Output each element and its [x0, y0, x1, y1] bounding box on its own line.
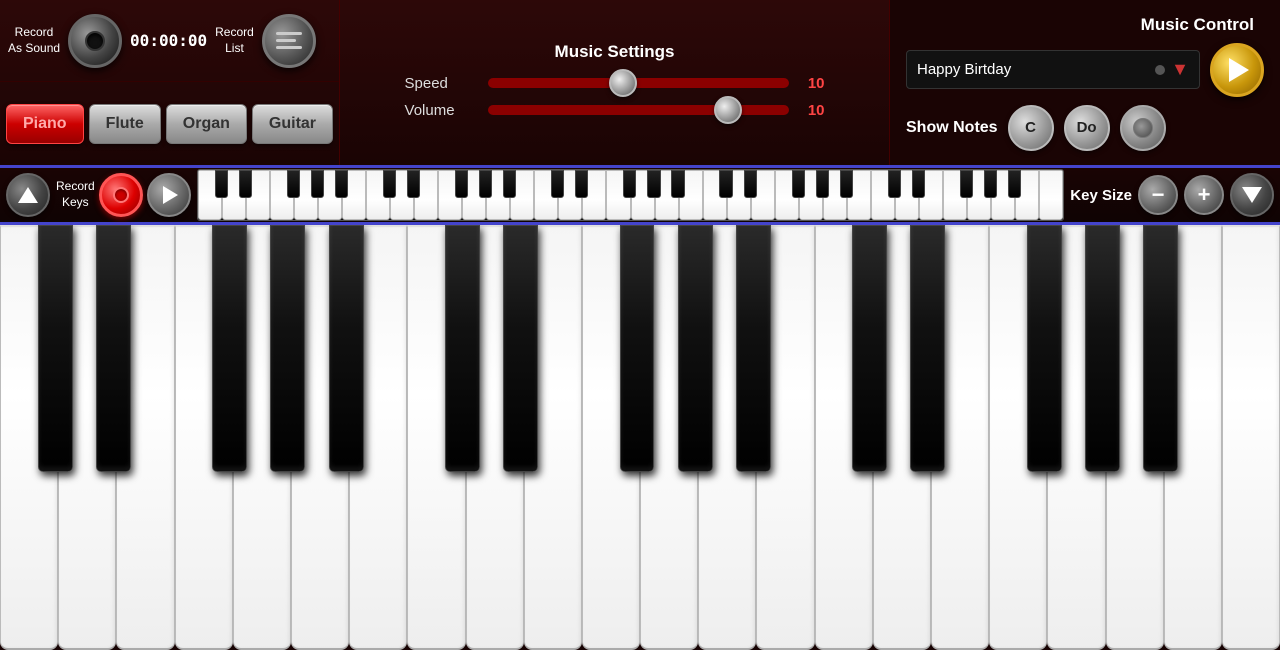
- flute-button[interactable]: Flute: [89, 104, 161, 144]
- black-key-7[interactable]: [620, 225, 655, 472]
- record-as-sound-knob[interactable]: [68, 14, 122, 68]
- white-key-21[interactable]: [1222, 225, 1280, 650]
- song-name: Happy Birtday: [917, 61, 1149, 78]
- black-key-0[interactable]: [38, 225, 73, 472]
- black-key-11[interactable]: [910, 225, 945, 472]
- black-key-9[interactable]: [736, 225, 771, 472]
- key-size-minus-button[interactable]: −: [1138, 175, 1178, 215]
- black-key-10[interactable]: [852, 225, 887, 472]
- speed-value: 10: [797, 75, 825, 92]
- black-key-1[interactable]: [96, 225, 131, 472]
- record-keys-button[interactable]: [99, 173, 143, 217]
- black-key-6[interactable]: [503, 225, 538, 472]
- piano-area: [0, 225, 1280, 650]
- volume-value: 10: [797, 102, 825, 119]
- show-notes-label: Show Notes: [906, 119, 998, 137]
- timer-display: 00:00:00: [130, 31, 207, 50]
- key-size-section: Key Size − +: [1070, 173, 1274, 217]
- song-selector[interactable]: Happy Birtday ▼: [906, 50, 1200, 89]
- black-key-12[interactable]: [1027, 225, 1062, 472]
- record-list-label: Record List: [215, 25, 254, 56]
- guitar-button[interactable]: Guitar: [252, 104, 333, 144]
- chevron-down-icon: ▼: [1171, 59, 1189, 80]
- black-key-8[interactable]: [678, 225, 713, 472]
- speed-track[interactable]: [488, 78, 789, 88]
- organ-button[interactable]: Organ: [166, 104, 247, 144]
- music-control: Music Control Happy Birtday ▼ Show Notes…: [890, 0, 1280, 165]
- record-as-sound-label: Record As Sound: [8, 25, 60, 56]
- music-settings-title: Music Settings: [555, 42, 675, 62]
- record-keys-group: Record Keys: [56, 173, 191, 217]
- record-keys-label: Record Keys: [56, 179, 95, 210]
- play-button[interactable]: [1210, 43, 1264, 97]
- record-list-knob[interactable]: [262, 14, 316, 68]
- volume-track[interactable]: [488, 105, 789, 115]
- octave-down-button[interactable]: [1230, 173, 1274, 217]
- music-settings: Music Settings Speed 10 Volume 10: [340, 0, 890, 165]
- black-key-2[interactable]: [212, 225, 247, 472]
- middle-bar: Record Keys Key Size − +: [0, 165, 1280, 225]
- note-do-button[interactable]: Do: [1064, 105, 1110, 151]
- key-size-plus-button[interactable]: +: [1184, 175, 1224, 215]
- black-key-14[interactable]: [1143, 225, 1178, 472]
- black-key-4[interactable]: [329, 225, 364, 472]
- music-control-title: Music Control: [1141, 15, 1254, 35]
- play-keys-button[interactable]: [147, 173, 191, 217]
- black-key-5[interactable]: [445, 225, 480, 472]
- note-extra-button[interactable]: [1120, 105, 1166, 151]
- song-dot-icon: [1155, 65, 1165, 75]
- black-key-3[interactable]: [270, 225, 305, 472]
- note-c-button[interactable]: C: [1008, 105, 1054, 151]
- mini-keyboard: [197, 169, 1065, 221]
- speed-label: Speed: [405, 75, 480, 92]
- black-key-13[interactable]: [1085, 225, 1120, 472]
- volume-label: Volume: [405, 102, 480, 119]
- record-as-sound: Record As Sound: [8, 25, 60, 56]
- octave-up-button[interactable]: [6, 173, 50, 217]
- key-size-label: Key Size: [1070, 187, 1132, 204]
- piano-button[interactable]: Piano: [6, 104, 84, 144]
